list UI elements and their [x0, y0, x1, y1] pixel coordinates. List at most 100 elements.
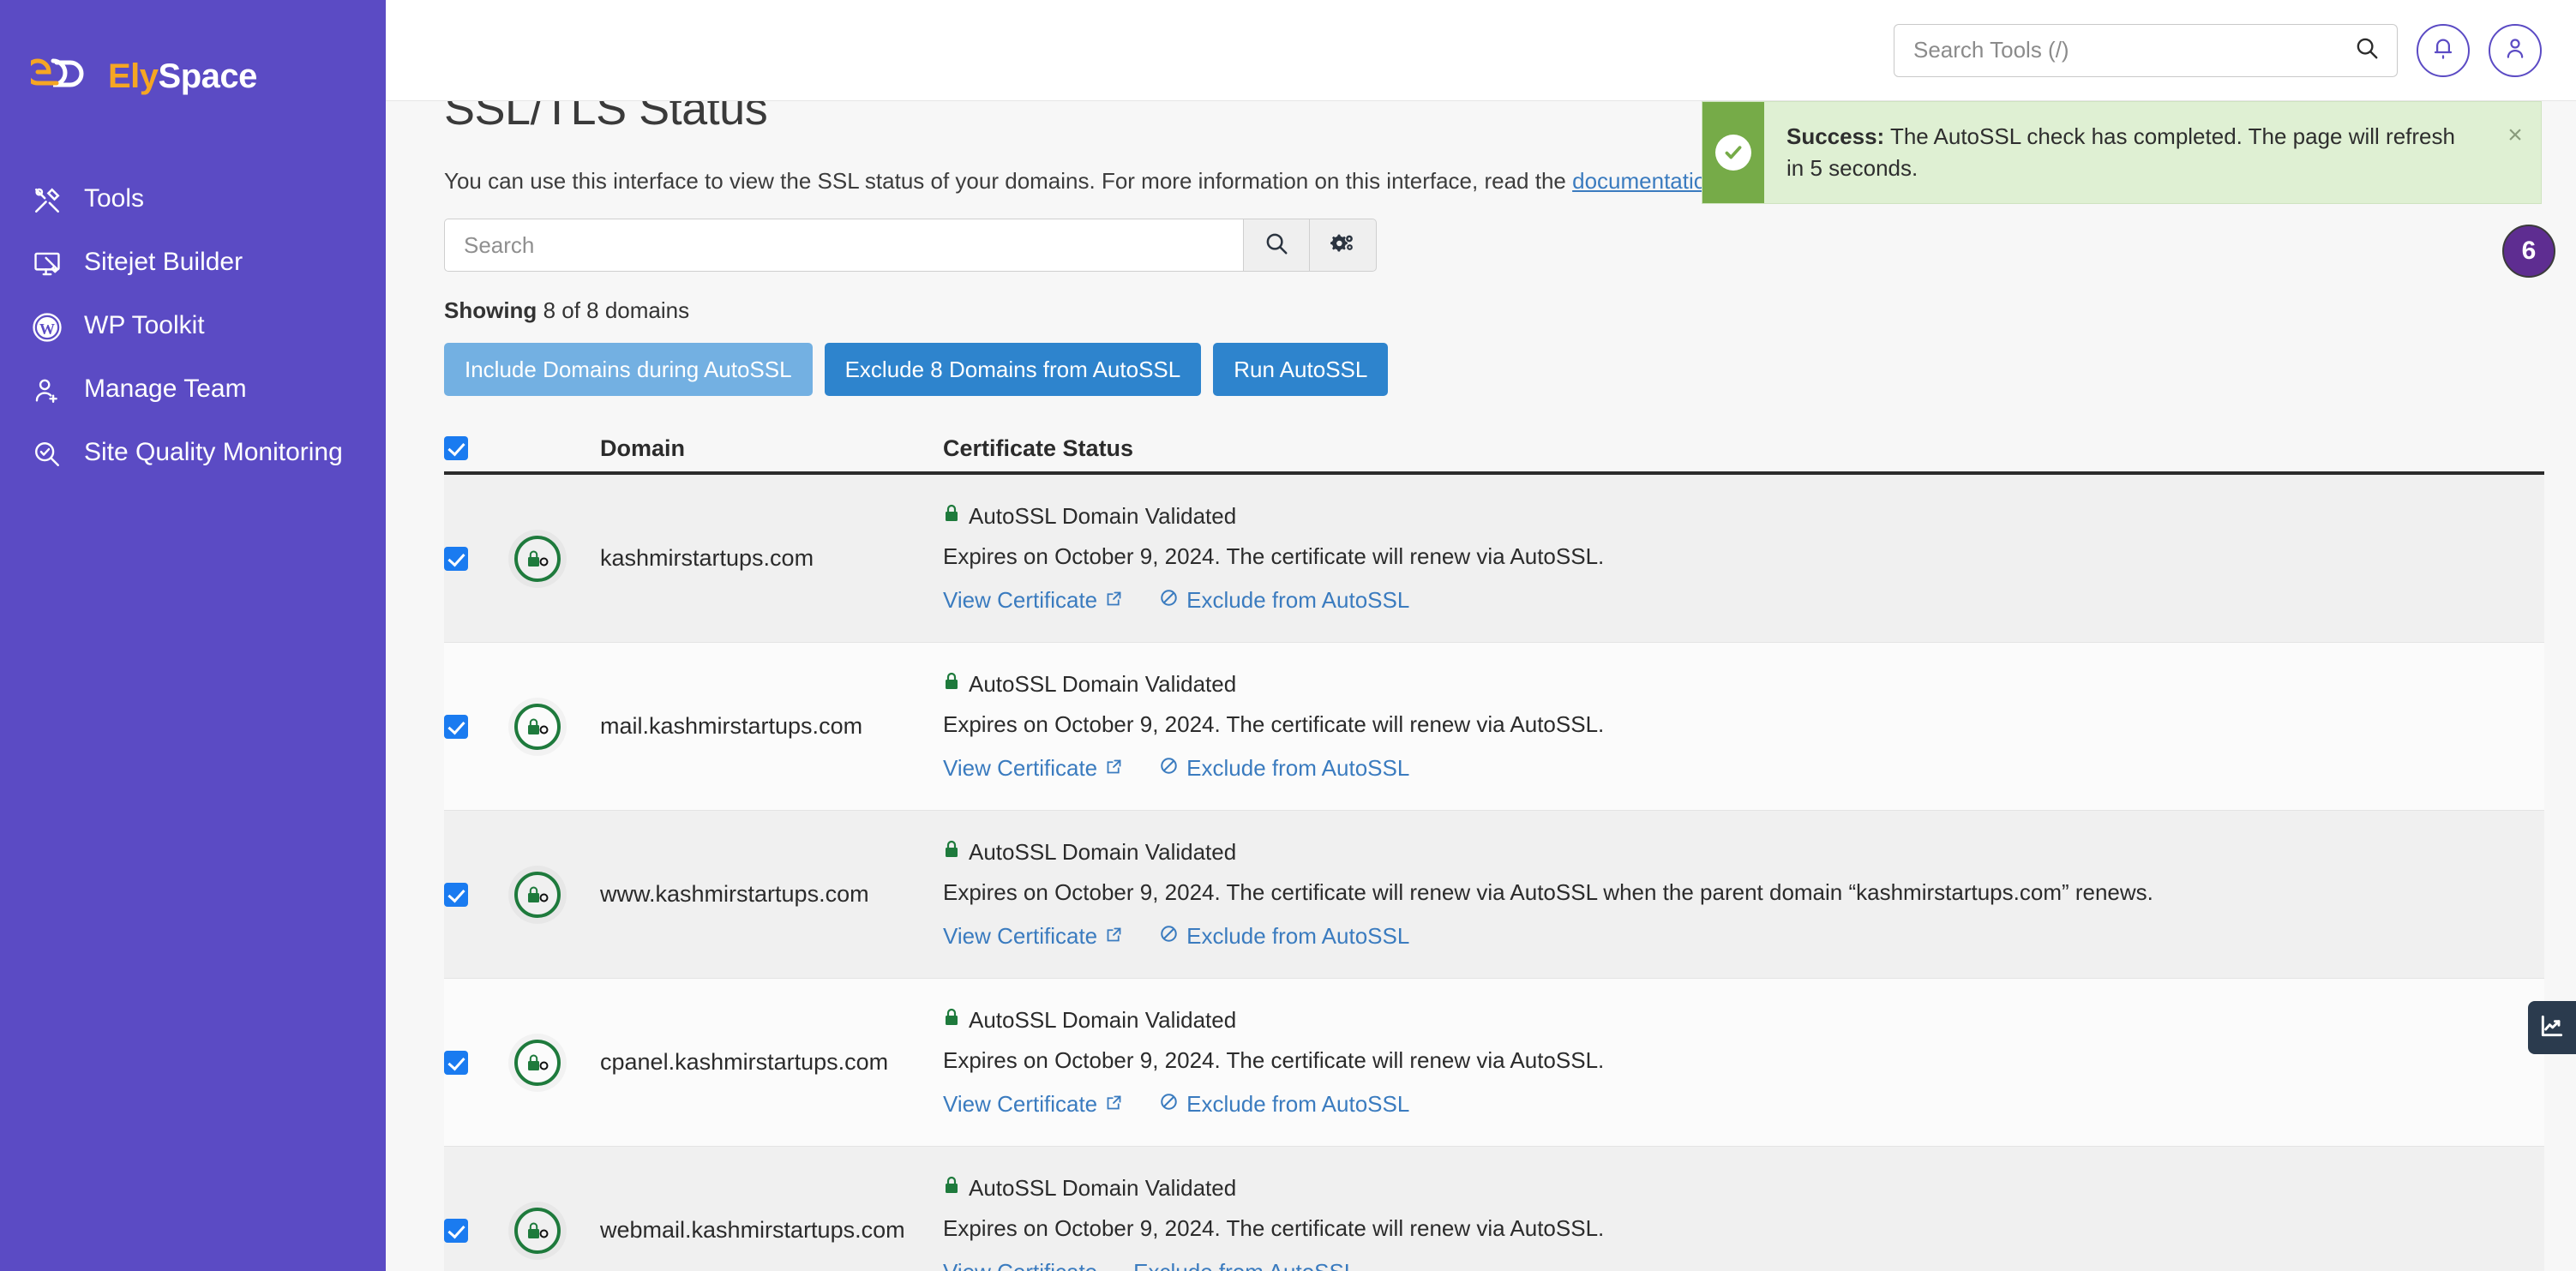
expiry-text: Expires on October 9, 2024. The certific… — [943, 879, 2153, 905]
row-actions: View Certificate Exclude from AutoSSL — [943, 587, 2544, 614]
lock-icon — [943, 1007, 960, 1034]
table-row[interactable]: cpanel.kashmirstartups.com AutoSSL Domai… — [444, 979, 2544, 1147]
action-buttons: Include Domains during AutoSSL Exclude 8… — [444, 343, 2542, 396]
search-settings-button[interactable] — [1310, 219, 1377, 272]
exclude-from-autossl-link[interactable]: Exclude from AutoSSL — [1159, 923, 1409, 950]
alert-close-button[interactable]: × — [2489, 102, 2541, 203]
search-icon[interactable] — [2354, 35, 2380, 65]
exclude-label: Exclude from AutoSSL — [1186, 923, 1410, 949]
exclude-from-autossl-link[interactable]: Exclude from AutoSSL — [1133, 1259, 1356, 1271]
sidebar: ElySpace Tools Sitejet Builder W WP Tool… — [0, 0, 386, 1271]
documentation-link[interactable]: documentation — [1572, 168, 1719, 194]
showing-text: 8 of 8 domains — [543, 297, 690, 323]
showing-label: Showing — [444, 297, 537, 323]
row-checkbox[interactable] — [444, 1218, 468, 1243]
app-root: ElySpace Tools Sitejet Builder W WP Tool… — [0, 0, 2576, 1271]
table-row[interactable]: mail.kashmirstartups.com AutoSSL Domain … — [444, 643, 2544, 811]
exclude-from-autossl-link[interactable]: Exclude from AutoSSL — [1159, 587, 1409, 614]
alert-message: Success: The AutoSSL check has completed… — [1764, 102, 2489, 203]
manage-team-icon — [29, 375, 65, 407]
view-certificate-link[interactable]: View Certificate — [943, 1091, 1123, 1118]
table-row[interactable]: kashmirstartups.com AutoSSL Domain Valid… — [444, 475, 2544, 643]
block-icon — [1159, 1091, 1179, 1118]
expiry-text: Expires on October 9, 2024. The certific… — [943, 711, 1605, 737]
sidebar-item-tools[interactable]: Tools — [0, 168, 386, 231]
domain-column-header: Domain — [600, 435, 686, 461]
alert-text: The AutoSSL check has completed. The pag… — [1786, 123, 2455, 181]
exclude-from-autossl-link[interactable]: Exclude from AutoSSL — [1159, 755, 1409, 782]
view-certificate-link[interactable]: View Certificate — [943, 587, 1123, 614]
lock-icon — [943, 1175, 960, 1202]
row-select-cell — [444, 1218, 514, 1243]
sidebar-item-site-quality-monitoring[interactable]: Site Quality Monitoring — [0, 422, 386, 485]
row-select-cell — [444, 882, 514, 907]
account-button[interactable] — [2489, 23, 2542, 77]
certificate-status-cell: AutoSSL Domain Validated Expires on Octo… — [943, 834, 2544, 955]
external-link-icon — [1105, 755, 1123, 782]
domains-table: Domain Certificate Status kashmirstartup… — [444, 425, 2544, 1271]
view-certificate-link[interactable]: View Certificate — [943, 923, 1123, 950]
notification-count-badge[interactable]: 6 — [2502, 225, 2555, 278]
run-autossl-button[interactable]: Run AutoSSL — [1213, 343, 1389, 396]
sitejet-builder-icon — [29, 248, 65, 280]
include-domains-button[interactable]: Include Domains during AutoSSL — [444, 343, 813, 396]
expiry-text: Expires on October 9, 2024. The certific… — [943, 1047, 1605, 1073]
ssl-status-icon-cell — [514, 703, 600, 750]
check-circle-icon — [1715, 134, 1751, 171]
top-bar — [386, 0, 2576, 101]
sidebar-item-sitejet-builder[interactable]: Sitejet Builder — [0, 231, 386, 295]
row-checkbox[interactable] — [444, 1050, 468, 1075]
block-icon — [1159, 587, 1179, 614]
view-certificate-link[interactable]: View Certificate — [943, 1259, 1097, 1271]
view-certificate-link[interactable]: View Certificate — [943, 755, 1123, 782]
search-tools-container[interactable] — [1894, 23, 2398, 77]
exclude-domains-button[interactable]: Exclude 8 Domains from AutoSSL — [824, 343, 1202, 396]
view-certificate-label: View Certificate — [943, 923, 1098, 949]
view-certificate-label: View Certificate — [943, 587, 1098, 613]
table-row[interactable]: www.kashmirstartups.com AutoSSL Domain V… — [444, 811, 2544, 979]
showing-count: Showing 8 of 8 domains — [444, 297, 2542, 324]
status-column-header: Certificate Status — [943, 435, 1134, 461]
notifications-button[interactable] — [2417, 23, 2470, 77]
view-certificate-label: View Certificate — [943, 1091, 1098, 1117]
wordpress-icon: W — [29, 311, 65, 344]
certificate-status-cell: AutoSSL Domain Validated Expires on Octo… — [943, 666, 2544, 787]
ssl-status-icon-cell — [514, 535, 600, 582]
lock-secure-icon — [514, 703, 561, 750]
brand-logo-area[interactable]: ElySpace — [0, 39, 386, 113]
block-icon — [1159, 755, 1179, 782]
row-select-cell — [444, 714, 514, 739]
row-checkbox[interactable] — [444, 882, 468, 907]
domain-name: mail.kashmirstartups.com — [600, 713, 863, 739]
main-area: SSL/TLS Status You can use this interfac… — [386, 0, 2576, 1271]
domain-name: kashmirstartups.com — [600, 545, 814, 571]
row-actions: View Certificate Exclude from AutoSSL — [943, 1091, 2544, 1118]
row-checkbox[interactable] — [444, 714, 468, 739]
ssl-status-icon-cell — [514, 1207, 600, 1254]
sidebar-item-wp-toolkit[interactable]: W WP Toolkit — [0, 295, 386, 358]
exclude-label: Exclude from AutoSSL — [1186, 587, 1410, 613]
search-tools-input[interactable] — [1913, 37, 2354, 63]
exclude-from-autossl-link[interactable]: Exclude from AutoSSL — [1159, 1091, 1409, 1118]
row-checkbox[interactable] — [444, 546, 468, 571]
external-link-icon — [1105, 587, 1123, 614]
sidebar-item-label: Site Quality Monitoring — [84, 438, 343, 466]
sidebar-item-label: WP Toolkit — [84, 311, 205, 339]
status-text: AutoSSL Domain Validated — [969, 671, 1237, 697]
search-input-wrapper[interactable] — [444, 219, 1243, 272]
status-text: AutoSSL Domain Validated — [969, 1007, 1237, 1033]
analytics-float-tab[interactable] — [2528, 1001, 2576, 1054]
user-icon — [2502, 35, 2528, 65]
exclude-label: Exclude from AutoSSL — [1186, 1091, 1410, 1117]
gears-icon — [1330, 231, 1357, 261]
table-row[interactable]: webmail.kashmirstartups.com AutoSSL Doma… — [444, 1147, 2544, 1271]
tools-icon — [29, 184, 65, 217]
expiry-text: Expires on October 9, 2024. The certific… — [943, 1215, 1605, 1241]
domain-name: webmail.kashmirstartups.com — [600, 1217, 905, 1243]
select-all-checkbox[interactable] — [444, 436, 468, 460]
status-headline: AutoSSL Domain Validated — [943, 671, 2544, 698]
page-content: SSL/TLS Status You can use this interfac… — [386, 101, 2576, 1271]
search-input[interactable] — [464, 231, 1224, 259]
search-submit-button[interactable] — [1243, 219, 1310, 272]
sidebar-item-manage-team[interactable]: Manage Team — [0, 358, 386, 422]
